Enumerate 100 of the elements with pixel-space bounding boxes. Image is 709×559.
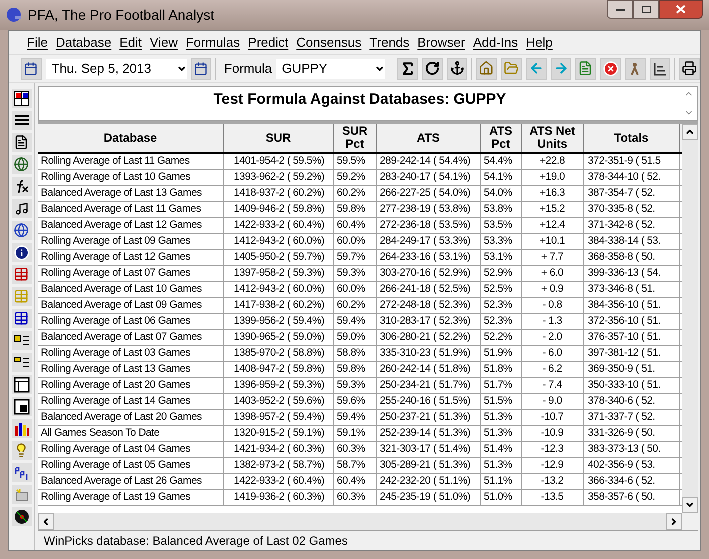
refresh-icon[interactable] xyxy=(422,58,443,80)
arrow-right-icon[interactable] xyxy=(550,58,572,80)
menu-item[interactable]: Browser xyxy=(414,32,470,52)
table-cell: + 0.9 xyxy=(522,282,584,297)
layout-icon[interactable] xyxy=(12,375,32,394)
column-header[interactable]: ATS Pct xyxy=(481,124,522,152)
table-cell: - 0.8 xyxy=(522,298,584,313)
table-cell: - 6.2 xyxy=(522,362,584,377)
menu-item[interactable]: Database xyxy=(52,32,116,52)
close-button[interactable] xyxy=(659,0,703,19)
table-cell: 272-236-18 ( 53.5%) xyxy=(377,218,481,233)
menu-item[interactable]: Add-Ins xyxy=(469,32,522,52)
table-cell: 53.3% xyxy=(481,234,522,249)
minimize-button[interactable] xyxy=(607,0,633,19)
column-header[interactable]: Database xyxy=(38,124,224,152)
globe-icon[interactable] xyxy=(12,155,32,174)
table-cell: Rolling Average of Last 19 Games xyxy=(38,490,224,505)
menu-item[interactable]: Trends xyxy=(366,32,414,52)
menu-item[interactable]: Formulas xyxy=(182,32,244,52)
folder-icon[interactable] xyxy=(501,58,522,80)
figure-icon[interactable] xyxy=(624,58,646,80)
close-icon[interactable] xyxy=(600,58,621,80)
column-header[interactable]: Totals xyxy=(584,124,680,152)
table-cell: 58.7% xyxy=(334,458,377,473)
formula-label: Formula xyxy=(224,60,272,78)
sigma-icon[interactable] xyxy=(397,58,418,80)
table-cell: 60.2% xyxy=(334,186,377,201)
table-cell: +19.0 xyxy=(522,170,584,185)
menu-item[interactable]: Predict xyxy=(244,32,293,52)
table-cell: 1419-936-2 ( 60.3%) xyxy=(224,490,334,505)
table-cell: 366-334-6 ( 52. xyxy=(584,474,680,489)
scroll-right-icon[interactable] xyxy=(669,516,679,526)
table-cell: 51.9% xyxy=(481,346,522,361)
table-cell: 1403-952-2 ( 59.6%) xyxy=(224,394,334,409)
column-header[interactable]: SUR xyxy=(224,124,334,152)
calendar-back-icon[interactable] xyxy=(21,58,42,80)
print-icon[interactable] xyxy=(679,58,700,80)
lines-icon[interactable] xyxy=(12,111,32,130)
table-cell: 51.3% xyxy=(481,458,522,473)
table-icon[interactable] xyxy=(12,265,32,284)
table-cell: Rolling Average of Last 09 Games xyxy=(38,234,224,249)
arrow-left-icon[interactable] xyxy=(526,58,547,80)
table-cell: - 9.0 xyxy=(522,394,584,409)
disc-icon[interactable] xyxy=(12,507,32,526)
add-list-icon[interactable] xyxy=(12,331,32,350)
scroll-down-icon[interactable] xyxy=(685,500,695,510)
notepad-icon[interactable] xyxy=(12,133,32,152)
table-cell: Rolling Average of Last 03 Games xyxy=(38,346,224,361)
table-cell: 1398-957-2 ( 59.4%) xyxy=(224,410,334,425)
table-cell: 60.4% xyxy=(334,218,377,233)
calendar-forward-icon[interactable] xyxy=(190,58,212,80)
table-cell: 252-239-14 ( 51.3%) xyxy=(377,426,481,441)
maximize-button[interactable] xyxy=(633,0,659,19)
function-icon[interactable] xyxy=(12,177,32,196)
table-cell: 1418-937-2 ( 60.2%) xyxy=(224,186,334,201)
info-icon[interactable] xyxy=(12,243,32,262)
menu-item[interactable]: Consensus xyxy=(292,32,366,52)
table-cell: + 7.7 xyxy=(522,250,584,265)
remove-list-icon[interactable] xyxy=(12,353,32,372)
horizontal-scrollbar[interactable] xyxy=(38,513,682,530)
table-cell: 1405-950-2 ( 59.7%) xyxy=(224,250,334,265)
grid-icon[interactable] xyxy=(12,89,32,108)
column-header[interactable]: ATS Net Units xyxy=(522,124,584,152)
table-icon[interactable] xyxy=(12,309,32,328)
table-cell: 383-373-13 ( 50. xyxy=(584,442,680,457)
chart-icon[interactable] xyxy=(650,58,670,80)
table-cell: Balanced Average of Last 07 Games xyxy=(38,330,224,345)
document-icon[interactable] xyxy=(575,58,596,80)
table-cell: 1399-956-2 ( 59.4%) xyxy=(224,314,334,329)
table-cell: 54.4% xyxy=(481,154,522,169)
date-dropdown[interactable]: Thu. Sep 5, 2013 xyxy=(46,58,187,78)
table-cell: 378-340-6 ( 52. xyxy=(584,394,680,409)
column-header[interactable]: SUR Pct xyxy=(334,124,377,152)
table-cell: 384-356-10 ( 51. xyxy=(584,298,680,313)
anchor-icon[interactable] xyxy=(446,58,468,80)
table-cell: 284-249-17 ( 53.3%) xyxy=(377,234,481,249)
scroll-left-icon[interactable] xyxy=(41,516,51,526)
menu-item[interactable]: View xyxy=(146,32,182,52)
music-note-icon[interactable] xyxy=(12,199,32,218)
formula-dropdown[interactable]: GUPPY xyxy=(276,58,386,78)
menu-item[interactable]: Help xyxy=(522,32,557,52)
table-cell: - 7.4 xyxy=(522,378,584,393)
table-cell: Rolling Average of Last 05 Games xyxy=(38,458,224,473)
table-cell: 59.5% xyxy=(334,154,377,169)
bar-chart-icon[interactable] xyxy=(12,419,32,438)
table-cell: 369-350-9 ( 51. xyxy=(584,362,680,377)
table-cell: 1382-973-2 ( 58.7%) xyxy=(224,458,334,473)
vertical-scrollbar[interactable] xyxy=(682,124,698,513)
layout-icon[interactable] xyxy=(12,397,32,416)
scroll-up-icon[interactable] xyxy=(685,127,695,137)
table-cell: Balanced Average of Last 10 Games xyxy=(38,282,224,297)
menu-item[interactable]: File xyxy=(23,32,52,52)
letters-icon[interactable] xyxy=(12,463,32,482)
menu-item[interactable]: Edit xyxy=(116,32,146,52)
column-header[interactable]: ATS xyxy=(377,124,481,152)
table-cell: 373-346-8 ( 51. xyxy=(584,282,680,297)
home-icon[interactable] xyxy=(476,58,498,80)
table-cell: 1422-933-2 ( 60.4%) xyxy=(224,474,334,489)
lightbulb-icon[interactable] xyxy=(12,441,32,460)
table-cell: 54.0% xyxy=(481,186,522,201)
